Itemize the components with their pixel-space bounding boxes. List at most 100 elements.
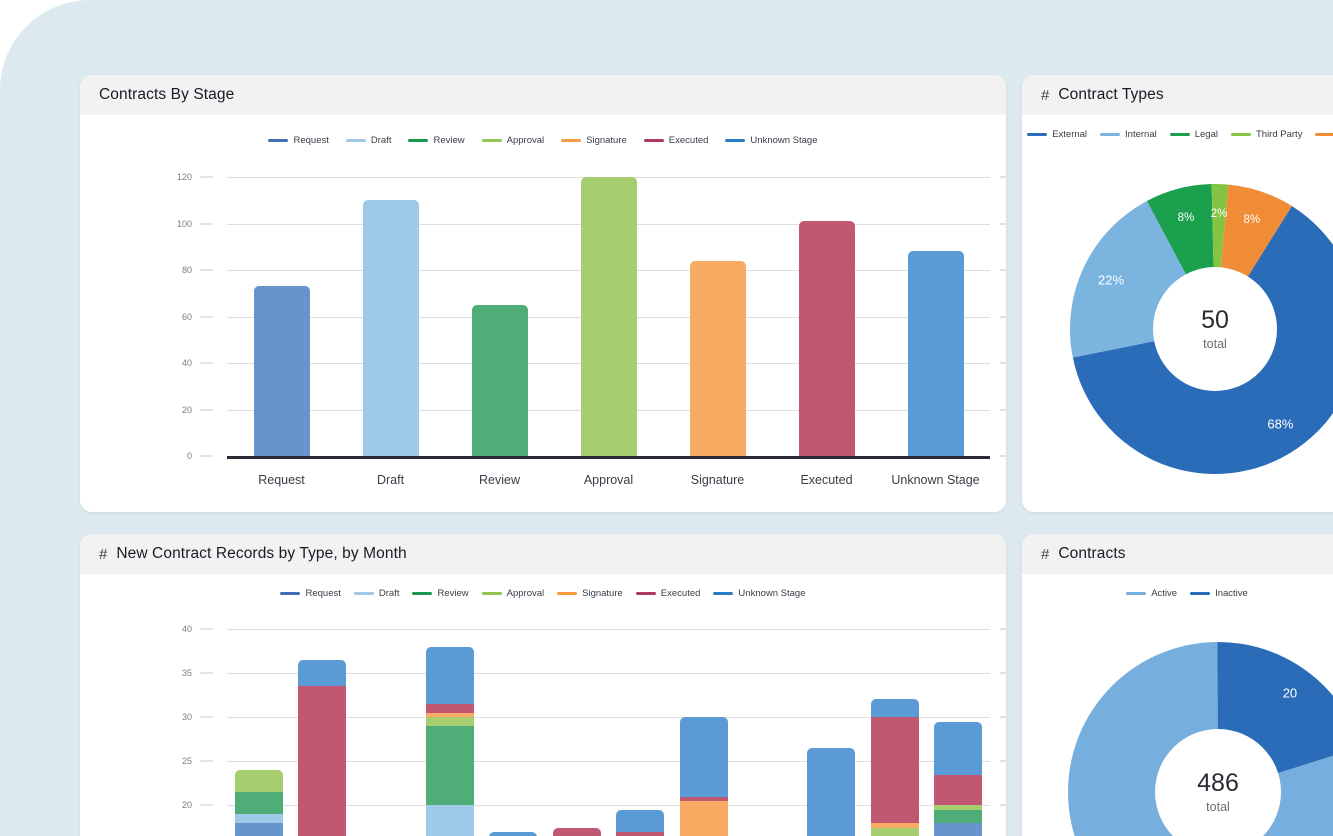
hash-icon: # bbox=[1041, 86, 1050, 104]
legend-swatch-icon bbox=[1230, 133, 1251, 136]
bar-signature[interactable] bbox=[689, 260, 746, 456]
stacked-bar[interactable] bbox=[234, 770, 283, 836]
legend-item-record-3[interactable]: Approval bbox=[481, 588, 545, 599]
legend-item-contract-0[interactable]: Active bbox=[1126, 588, 1177, 599]
bar-review[interactable] bbox=[471, 304, 528, 456]
x-axis-label: Approval bbox=[583, 473, 634, 487]
stacked-bar[interactable] bbox=[934, 721, 983, 836]
stack-segment-approval bbox=[234, 770, 283, 793]
legend-swatch-icon bbox=[408, 139, 429, 142]
legend-item-type-3[interactable]: Third Party bbox=[1230, 129, 1302, 140]
panel-new-contract-records: # New Contract Records by Type, by Month… bbox=[80, 534, 1006, 836]
stack-segment-unknown-stage bbox=[489, 831, 538, 836]
legend-item-type-2[interactable]: Legal bbox=[1169, 129, 1218, 140]
x-axis-label: Signature bbox=[690, 473, 745, 487]
stack-segment-executed bbox=[870, 717, 919, 824]
stack-segment-review bbox=[234, 792, 283, 815]
stack-segment-signature bbox=[425, 712, 474, 718]
stack-segment-unknown-stage bbox=[934, 721, 983, 775]
legend-item-type-1[interactable]: Internal bbox=[1100, 129, 1157, 140]
y-axis-tick-mark-right bbox=[1000, 716, 1006, 718]
x-axis-line bbox=[227, 456, 990, 459]
donut-slice-label: 68% bbox=[1267, 416, 1294, 432]
donut-center: 50 total bbox=[1153, 267, 1277, 391]
y-axis-tick-label: 40 bbox=[181, 623, 192, 634]
y-axis-tick-label: 40 bbox=[181, 358, 192, 368]
legend-item-stage-4[interactable]: Signature bbox=[561, 135, 627, 146]
legend-item-record-6[interactable]: Unknown Stage bbox=[713, 588, 806, 599]
y-axis-tick-label: 60 bbox=[181, 311, 192, 322]
panel-body-contracts-by-stage: Request Draft Review Approval Signature Execu… bbox=[80, 115, 1006, 512]
stacked-bar[interactable] bbox=[298, 651, 347, 836]
y-axis-tick-mark bbox=[200, 628, 213, 630]
legend-label: Review bbox=[437, 588, 469, 599]
stacked-bar[interactable] bbox=[552, 823, 601, 836]
x-axis-label: Request bbox=[258, 473, 305, 487]
legend-item-stage-0[interactable]: Request bbox=[268, 135, 329, 146]
bar-approval[interactable] bbox=[580, 177, 637, 456]
legend-item-stage-1[interactable]: Draft bbox=[345, 135, 391, 146]
bar-draft[interactable] bbox=[362, 200, 419, 456]
legend-label: Review bbox=[433, 135, 465, 146]
bar-unknown-stage[interactable] bbox=[907, 251, 964, 456]
donut-slice-label: 8% bbox=[1243, 214, 1261, 227]
legend-label: Approval bbox=[506, 588, 545, 599]
legend-label: Executed bbox=[668, 135, 709, 146]
stacked-bar[interactable] bbox=[679, 717, 728, 836]
legend-swatch-icon bbox=[1315, 133, 1333, 136]
bar-executed[interactable] bbox=[798, 221, 855, 456]
stacked-bar[interactable] bbox=[870, 699, 919, 836]
legend-item-stage-5[interactable]: Executed bbox=[643, 135, 709, 146]
legend-item-type-4[interactable]: V bbox=[1315, 129, 1333, 140]
legend-item-record-5[interactable]: Executed bbox=[635, 588, 700, 599]
stack-segment-unknown-stage bbox=[870, 699, 919, 718]
stack-segment-approval bbox=[934, 805, 983, 810]
legend-label: Active bbox=[1151, 588, 1178, 599]
legend-label: Approval bbox=[506, 135, 545, 146]
stack-segment-review bbox=[425, 725, 474, 806]
legend-swatch-icon bbox=[713, 592, 734, 595]
panel-header-contract-types: # Contract Types bbox=[1022, 75, 1333, 115]
legend-item-stage-3[interactable]: Approval bbox=[481, 135, 545, 146]
stack-segment-approval bbox=[425, 717, 474, 726]
legend-item-type-0[interactable]: External bbox=[1027, 129, 1087, 140]
stack-segment-draft bbox=[234, 814, 283, 824]
legend-label: Internal bbox=[1125, 129, 1157, 140]
stacked-bar[interactable] bbox=[489, 831, 538, 836]
legend-swatch-icon bbox=[635, 592, 656, 595]
stack-segment-unknown-stage bbox=[425, 646, 474, 704]
panel-header-contracts: # Contracts bbox=[1022, 534, 1333, 574]
legend-item-record-4[interactable]: Signature bbox=[557, 588, 623, 599]
stack-segment-signature bbox=[870, 823, 919, 828]
stack-segment-executed bbox=[425, 703, 474, 713]
legend-label: Request bbox=[293, 135, 329, 146]
stacked-bar[interactable] bbox=[616, 809, 665, 836]
stacked-bar[interactable] bbox=[425, 646, 474, 836]
chart-legend-contracts: Active Inactive bbox=[1022, 574, 1333, 599]
legend-item-stage-2[interactable]: Review bbox=[408, 135, 465, 146]
legend-item-stage-6[interactable]: Unknown Stage bbox=[725, 135, 818, 146]
y-axis-tick-mark-right bbox=[1000, 362, 1006, 364]
legend-item-record-0[interactable]: Request bbox=[280, 588, 341, 599]
legend-item-record-2[interactable]: Review bbox=[412, 588, 469, 599]
legend-item-contract-1[interactable]: Inactive bbox=[1190, 588, 1248, 599]
legend-item-record-1[interactable]: Draft bbox=[353, 588, 399, 599]
bar-request[interactable] bbox=[253, 286, 310, 456]
panel-body-contracts: ActiveInactive 79.8%20486total bbox=[1022, 574, 1333, 836]
x-axis-label: Executed bbox=[800, 473, 853, 487]
legend-swatch-icon bbox=[1100, 133, 1121, 136]
stacked-bar[interactable] bbox=[807, 744, 856, 836]
donut-total-label: total bbox=[1206, 799, 1230, 814]
panel-contracts-by-stage: Contracts By Stage Request Draft Review App… bbox=[80, 75, 1006, 512]
y-axis-tick-label: 25 bbox=[181, 756, 192, 767]
legend-label: Unknown Stage bbox=[738, 588, 806, 599]
y-axis-tick-mark bbox=[200, 760, 213, 762]
bar-chart-contracts-by-stage: 0 20 40 60 80 100 120 Request Draft Review Approva… bbox=[80, 163, 1006, 512]
y-axis-tick-label: 120 bbox=[176, 172, 192, 182]
panel-header-contracts-by-stage: Contracts By Stage bbox=[80, 75, 1006, 115]
stack-segment-unknown-stage bbox=[807, 748, 856, 836]
legend-swatch-icon bbox=[1126, 592, 1147, 595]
donut-chart-contract-types: 68% 22% 8% 2% 8% 50 total bbox=[1040, 157, 1333, 507]
chart-legend-contract-types: External Internal Legal Third Party V bbox=[1022, 115, 1333, 140]
hash-icon: # bbox=[1041, 545, 1050, 563]
